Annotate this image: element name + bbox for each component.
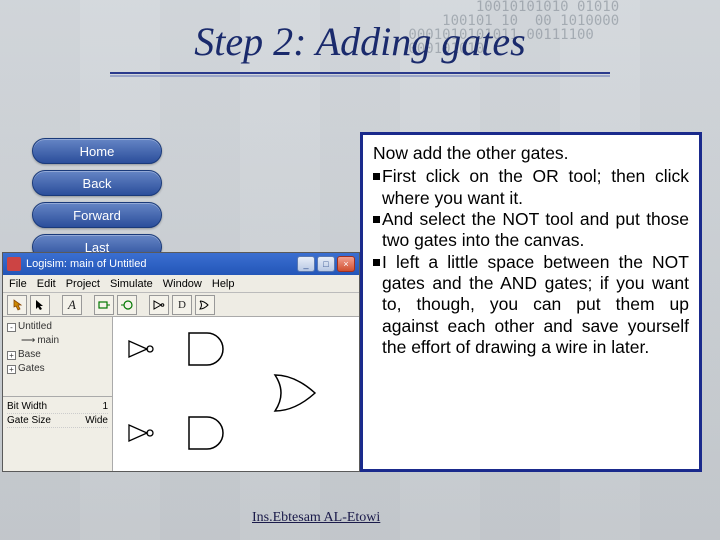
instruction-intro: Now add the other gates. bbox=[373, 143, 689, 164]
toolbar-separator bbox=[85, 295, 91, 315]
window-title: Logisim: main of Untitled bbox=[26, 258, 297, 270]
and-gate-icon bbox=[185, 413, 231, 453]
not-gate-icon bbox=[127, 339, 157, 359]
nav-forward[interactable]: Forward bbox=[32, 202, 162, 228]
menu-file[interactable]: File bbox=[9, 278, 27, 290]
app-body: -Untitled ⟶main +Base +Gates Bit Width 1 … bbox=[3, 317, 359, 471]
nav-buttons: Home Back Forward Last bbox=[32, 138, 162, 260]
instruction-bullet: I left a little space between the NOT ga… bbox=[373, 252, 689, 359]
bullet-icon bbox=[373, 259, 380, 266]
nav-forward-label: Forward bbox=[73, 208, 121, 223]
tree-item-base[interactable]: Base bbox=[18, 348, 41, 362]
titlebar: Logisim: main of Untitled _ □ × bbox=[3, 253, 359, 275]
slide-title: Step 2: Adding gates bbox=[0, 18, 720, 65]
tool-pin-in[interactable] bbox=[94, 295, 114, 315]
instruction-bullet: And select the NOT tool and put those tw… bbox=[373, 209, 689, 252]
nav-home[interactable]: Home bbox=[32, 138, 162, 164]
tool-poke[interactable] bbox=[7, 295, 27, 315]
tool-or[interactable] bbox=[195, 295, 215, 315]
tree-collapse-icon[interactable]: - bbox=[7, 323, 16, 332]
minimize-button[interactable]: _ bbox=[297, 256, 315, 272]
menu-project[interactable]: Project bbox=[66, 278, 100, 290]
bullet-icon bbox=[373, 216, 380, 223]
title-area: Step 2: Adding gates bbox=[0, 18, 720, 65]
project-tree[interactable]: -Untitled ⟶main +Base +Gates bbox=[3, 317, 112, 397]
menu-window[interactable]: Window bbox=[163, 278, 202, 290]
bullet-text: I left a little space between the NOT ga… bbox=[382, 252, 689, 359]
bullet-icon bbox=[373, 173, 380, 180]
menu-help[interactable]: Help bbox=[212, 278, 235, 290]
prop-value: Wide bbox=[85, 415, 108, 426]
tree-item-gates[interactable]: Gates bbox=[18, 362, 45, 376]
nav-back[interactable]: Back bbox=[32, 170, 162, 196]
menu-simulate[interactable]: Simulate bbox=[110, 278, 153, 290]
window-controls: _ □ × bbox=[297, 256, 355, 272]
tree-root[interactable]: Untitled bbox=[18, 320, 52, 334]
not-gate-icon bbox=[127, 423, 157, 443]
nav-home-label: Home bbox=[80, 144, 115, 159]
app-icon bbox=[7, 257, 21, 271]
tool-text[interactable]: A bbox=[62, 295, 82, 315]
prop-key: Bit Width bbox=[7, 401, 47, 412]
footer-credit: Ins.Ebtesam AL-Etowi bbox=[252, 510, 380, 526]
close-button[interactable]: × bbox=[337, 256, 355, 272]
sidebar: -Untitled ⟶main +Base +Gates Bit Width 1 … bbox=[3, 317, 113, 471]
menubar: File Edit Project Simulate Window Help bbox=[3, 275, 359, 293]
bullet-text: First click on the OR tool; then click w… bbox=[382, 166, 689, 209]
bullet-text: And select the NOT tool and put those tw… bbox=[382, 209, 689, 252]
tree-expand-icon[interactable]: + bbox=[7, 365, 16, 374]
maximize-button[interactable]: □ bbox=[317, 256, 335, 272]
tool-select[interactable] bbox=[30, 295, 50, 315]
and-gate-icon bbox=[185, 329, 231, 369]
title-underline bbox=[110, 72, 610, 77]
toolbar-separator bbox=[140, 295, 146, 315]
tool-pin-out[interactable] bbox=[117, 295, 137, 315]
prop-row[interactable]: Bit Width 1 bbox=[7, 400, 108, 414]
prop-key: Gate Size bbox=[7, 415, 51, 426]
nav-back-label: Back bbox=[83, 176, 112, 191]
tree-item-main[interactable]: main bbox=[37, 334, 59, 348]
prop-value: 1 bbox=[102, 401, 108, 412]
tool-and[interactable]: D bbox=[172, 295, 192, 315]
or-gate-icon bbox=[271, 371, 323, 415]
tree-expand-icon[interactable]: + bbox=[7, 351, 16, 360]
menu-edit[interactable]: Edit bbox=[37, 278, 56, 290]
toolbar-separator bbox=[53, 295, 59, 315]
properties-panel: Bit Width 1 Gate Size Wide bbox=[3, 397, 112, 431]
prop-row[interactable]: Gate Size Wide bbox=[7, 414, 108, 428]
toolbar: A D bbox=[3, 293, 359, 317]
instruction-bullet: First click on the OR tool; then click w… bbox=[373, 166, 689, 209]
tool-not[interactable] bbox=[149, 295, 169, 315]
instruction-box: Now add the other gates. First click on … bbox=[360, 132, 702, 472]
logisim-window: Logisim: main of Untitled _ □ × File Edi… bbox=[2, 252, 360, 472]
canvas[interactable] bbox=[113, 317, 359, 471]
